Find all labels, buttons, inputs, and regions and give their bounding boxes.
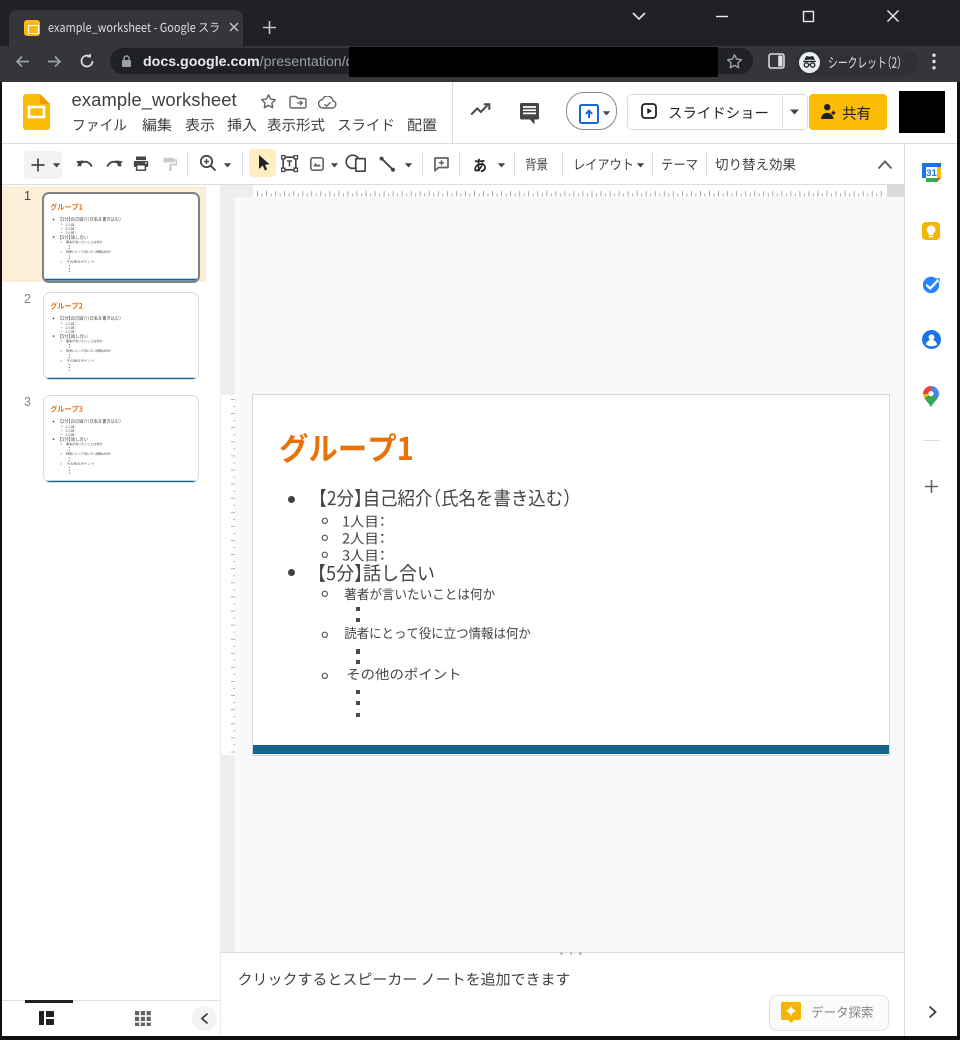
svg-text:31: 31 [926,168,937,179]
